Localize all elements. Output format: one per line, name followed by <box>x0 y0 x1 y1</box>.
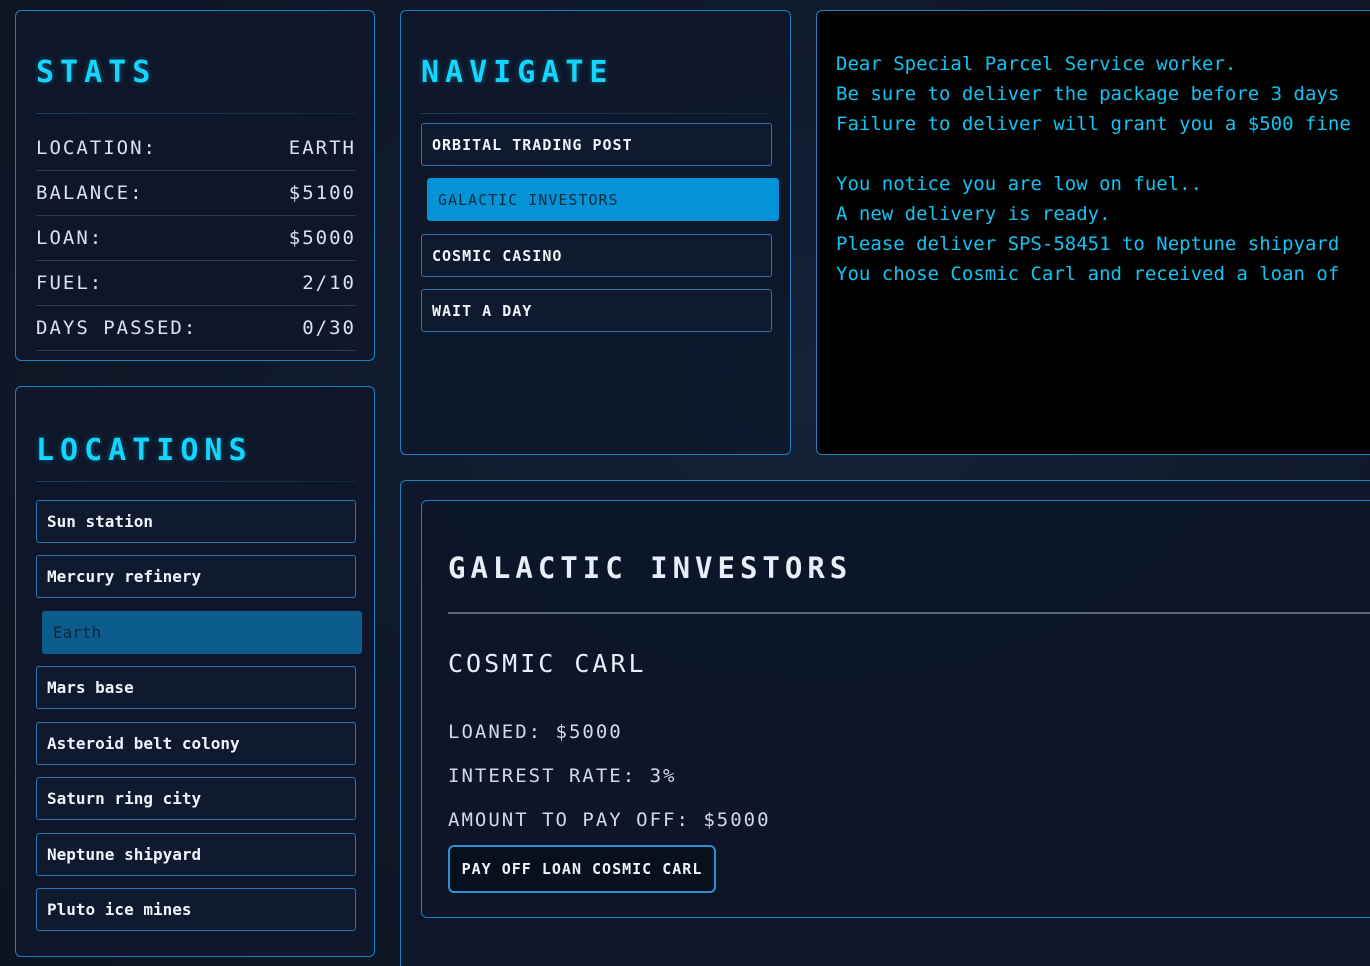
stat-row-balance: BALANCE: $5100 <box>36 171 356 216</box>
message-log-lines: Dear Special Parcel Service worker. Be s… <box>836 49 1370 289</box>
stat-row-fuel: FUEL: 2/10 <box>36 261 356 306</box>
loaned-amount: LOANED: $5000 <box>448 721 623 743</box>
location-neptune-shipyard-button[interactable]: Neptune shipyard <box>36 833 356 876</box>
navigate-panel: NAVIGATE ORBITAL TRADING POST GALACTIC I… <box>400 10 791 455</box>
location-earth-button[interactable]: Earth <box>42 611 362 654</box>
nav-wait-a-day-button[interactable]: WAIT A DAY <box>421 289 772 332</box>
stat-label: FUEL: <box>36 272 104 294</box>
stat-value: $5000 <box>288 227 356 249</box>
log-line: Dear Special Parcel Service worker. <box>836 53 1237 75</box>
message-log: Dear Special Parcel Service worker. Be s… <box>816 10 1370 455</box>
stat-label: DAYS PASSED: <box>36 317 198 339</box>
stat-value: $5100 <box>288 182 356 204</box>
locations-panel: LOCATIONS Sun station Mercury refinery E… <box>15 386 375 957</box>
payoff-amount: AMOUNT TO PAY OFF: $5000 <box>448 809 771 831</box>
locations-title: LOCATIONS <box>36 433 253 468</box>
navigate-title: NAVIGATE <box>421 55 614 90</box>
locations-title-divider <box>36 481 356 482</box>
detail-title-divider <box>448 612 1370 614</box>
location-pluto-ice-mines-button[interactable]: Pluto ice mines <box>36 888 356 931</box>
log-line: Please deliver SPS-58451 to Neptune ship… <box>836 233 1340 255</box>
investor-name: COSMIC CARL <box>448 649 647 678</box>
log-line: A new delivery is ready. <box>836 203 1111 225</box>
stat-label: LOAN: <box>36 227 104 249</box>
stat-row-loan: LOAN: $5000 <box>36 216 356 261</box>
nav-galactic-investors-button[interactable]: GALACTIC INVESTORS <box>427 178 779 221</box>
detail-title: GALACTIC INVESTORS <box>448 551 853 585</box>
stat-row-location: LOCATION: EARTH <box>36 126 356 171</box>
location-mars-base-button[interactable]: Mars base <box>36 666 356 709</box>
stats-panel: STATS LOCATION: EARTH BALANCE: $5100 LOA… <box>15 10 375 361</box>
navigate-title-divider <box>421 113 771 114</box>
log-line: You chose Cosmic Carl and received a loa… <box>836 263 1340 285</box>
stat-value: 0/30 <box>302 317 356 339</box>
location-mercury-refinery-button[interactable]: Mercury refinery <box>36 555 356 598</box>
pay-off-loan-button[interactable]: PAY OFF LOAN COSMIC CARL <box>448 845 716 893</box>
detail-panel: GALACTIC INVESTORS COSMIC CARL LOANED: $… <box>400 480 1370 966</box>
log-line: Failure to deliver will grant you a $500… <box>836 113 1351 135</box>
log-line: Be sure to deliver the package before 3 … <box>836 83 1340 105</box>
log-line: You notice you are low on fuel.. <box>836 173 1203 195</box>
nav-orbital-trading-post-button[interactable]: ORBITAL TRADING POST <box>421 123 772 166</box>
location-saturn-ring-city-button[interactable]: Saturn ring city <box>36 777 356 820</box>
stat-value: EARTH <box>288 137 356 159</box>
location-asteroid-belt-colony-button[interactable]: Asteroid belt colony <box>36 722 356 765</box>
stat-row-days-passed: DAYS PASSED: 0/30 <box>36 306 356 351</box>
interest-rate: INTEREST RATE: 3% <box>448 765 677 787</box>
stat-label: BALANCE: <box>36 182 144 204</box>
stats-title: STATS <box>36 55 157 90</box>
stats-title-divider <box>36 113 356 114</box>
investor-card: GALACTIC INVESTORS COSMIC CARL LOANED: $… <box>421 500 1370 918</box>
stat-label: LOCATION: <box>36 137 157 159</box>
stat-value: 2/10 <box>302 272 356 294</box>
location-sun-station-button[interactable]: Sun station <box>36 500 356 543</box>
nav-cosmic-casino-button[interactable]: COSMIC CASINO <box>421 234 772 277</box>
